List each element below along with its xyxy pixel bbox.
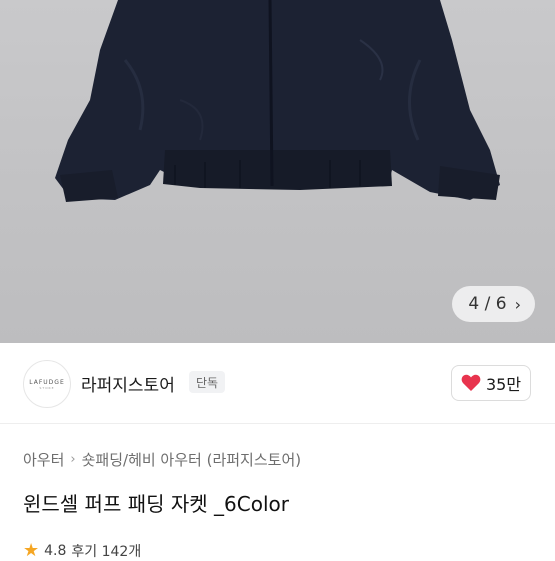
- star-icon: ★: [23, 540, 40, 561]
- product-image-gallery[interactable]: 4 / 6 ›: [0, 0, 555, 343]
- breadcrumb-item[interactable]: 아우터: [23, 449, 64, 470]
- store-avatar[interactable]: LAFUDGE STORE: [23, 360, 71, 408]
- section-divider: [0, 423, 555, 424]
- store-logo-sub: STORE: [39, 385, 55, 390]
- image-pager[interactable]: 4 / 6 ›: [452, 286, 535, 322]
- chevron-right-icon: ›: [514, 294, 521, 314]
- product-title: 윈드셀 퍼프 패딩 자켓 _6Color: [23, 492, 289, 516]
- store-logo-text: LAFUDGE: [29, 378, 65, 386]
- review-count: 후기 142개: [71, 543, 142, 560]
- rating-summary[interactable]: ★ 4.8 후기 142개: [23, 540, 141, 561]
- exclusive-badge: 단독: [189, 371, 226, 393]
- seller-row: LAFUDGE STORE 라퍼지스토어 단독 35만: [0, 343, 555, 423]
- chevron-right-icon: ›: [70, 452, 76, 467]
- like-count: 35만: [485, 375, 522, 394]
- store-name-link[interactable]: 라퍼지스토어: [81, 371, 175, 396]
- breadcrumb-item[interactable]: 숏패딩/헤비 아우터 (라퍼지스토어): [82, 449, 302, 470]
- heart-icon: [461, 374, 481, 391]
- rating-value: 4.8: [44, 542, 67, 559]
- like-button[interactable]: 35만: [451, 365, 531, 401]
- breadcrumb: 아우터 › 숏패딩/헤비 아우터 (라퍼지스토어): [23, 449, 301, 470]
- pager-text: 4 / 6: [468, 294, 507, 314]
